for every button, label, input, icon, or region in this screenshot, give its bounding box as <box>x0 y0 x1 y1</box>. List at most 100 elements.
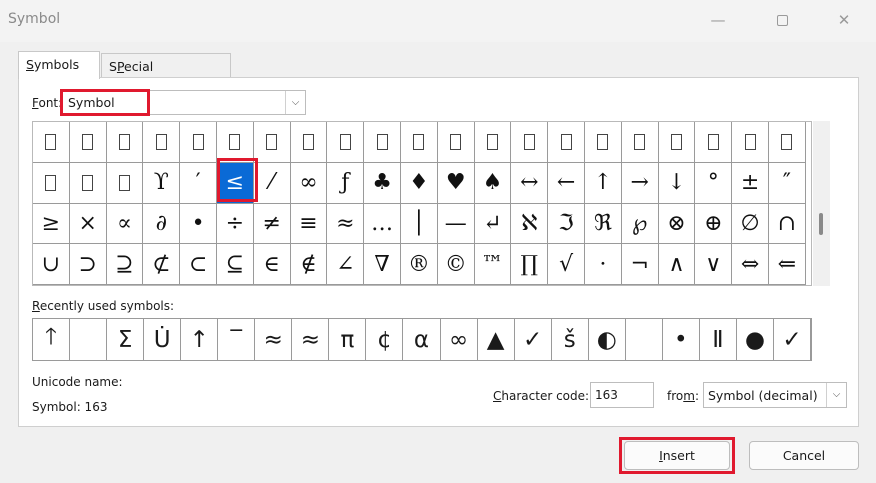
symbol-cell[interactable] <box>290 122 328 163</box>
symbol-cell[interactable]: • <box>180 203 217 245</box>
symbol-cell[interactable]: ℵ <box>511 203 549 245</box>
symbol-cell[interactable] <box>695 122 733 163</box>
recent-symbol-cell[interactable]: ✓ <box>774 319 811 360</box>
symbol-cell[interactable] <box>69 122 107 163</box>
symbol-cell[interactable]: √ <box>548 244 585 286</box>
symbol-cell[interactable]: ♦ <box>401 162 438 204</box>
symbol-cell[interactable]: ↵ <box>474 203 512 245</box>
symbol-cell[interactable] <box>621 122 659 163</box>
symbol-cell[interactable]: © <box>437 244 475 286</box>
symbol-cell[interactable] <box>33 122 70 163</box>
recent-symbol-cell[interactable]: Ⅱ <box>700 319 737 360</box>
symbol-cell[interactable]: ♣ <box>364 162 401 204</box>
symbol-cell[interactable]: ∧ <box>658 244 696 286</box>
symbol-cell[interactable]: ⊂ <box>180 244 217 286</box>
recent-symbol-cell[interactable]: ‾ <box>218 319 256 360</box>
symbol-cell[interactable]: ϒ <box>143 162 181 204</box>
symbol-cell[interactable]: × <box>69 203 107 245</box>
chevron-down-icon[interactable]: ⌵ <box>826 383 846 407</box>
recent-symbol-cell[interactable]: ● <box>737 319 774 360</box>
symbol-cell[interactable]: ℜ <box>585 203 622 245</box>
close-icon[interactable]: ✕ <box>830 8 858 32</box>
symbol-cell[interactable]: ⊄ <box>143 244 181 286</box>
symbol-cell[interactable] <box>437 122 475 163</box>
symbol-cell[interactable]: ∪ <box>33 244 70 286</box>
symbol-cell[interactable]: — <box>437 203 475 245</box>
symbol-cell[interactable] <box>585 122 622 163</box>
symbol-cell[interactable] <box>143 122 181 163</box>
symbol-cell[interactable]: ¬ <box>621 244 659 286</box>
symbol-cell[interactable]: … <box>364 203 401 245</box>
symbol-cell[interactable]: ↓ <box>658 162 696 204</box>
symbol-cell[interactable]: ° <box>695 162 733 204</box>
recent-symbol-cell[interactable]: ¢ <box>366 319 404 360</box>
symbol-cell[interactable]: ⊇ <box>106 244 144 286</box>
symbol-cell[interactable]: ∠ <box>327 244 365 286</box>
symbol-cell[interactable] <box>69 162 107 204</box>
symbol-cell[interactable] <box>732 122 769 163</box>
recent-symbol-cell[interactable]: ≈ <box>255 319 293 360</box>
symbol-cell[interactable]: ♠ <box>474 162 512 204</box>
symbol-cell[interactable]: ← <box>548 162 585 204</box>
symbol-cell[interactable]: ≤ <box>217 162 254 204</box>
symbol-cell[interactable] <box>106 122 144 163</box>
recent-symbol-cell[interactable]: ≈ <box>292 319 330 360</box>
symbol-cell[interactable]: ± <box>732 162 769 204</box>
tab-symbols[interactable]: Symbols <box>18 51 100 79</box>
symbol-cell[interactable]: ♥ <box>437 162 475 204</box>
font-select[interactable]: Symbol ⌵ <box>60 90 306 115</box>
from-select[interactable]: Symbol (decimal) ⌵ <box>703 382 847 408</box>
symbol-cell[interactable] <box>33 162 70 204</box>
symbol-cell[interactable]: ƒ <box>327 162 365 204</box>
symbol-cell[interactable]: ® <box>401 244 438 286</box>
symbol-cell[interactable]: ∅ <box>732 203 769 245</box>
recent-symbol-cell[interactable]: π <box>329 319 367 360</box>
symbol-cell[interactable]: ∇ <box>364 244 401 286</box>
symbol-cell[interactable] <box>106 162 144 204</box>
insert-button[interactable]: Insert <box>624 441 730 470</box>
symbol-cell[interactable]: ⇔ <box>732 244 769 286</box>
symbol-cell[interactable]: ⊕ <box>695 203 733 245</box>
symbol-cell[interactable]: ∞ <box>290 162 328 204</box>
recent-symbol-cell[interactable]: ✓ <box>515 319 552 360</box>
recent-symbol-cell[interactable] <box>626 319 663 360</box>
recent-symbol-cell[interactable] <box>70 319 108 360</box>
symbol-cell[interactable] <box>401 122 438 163</box>
character-code-input[interactable]: 163 <box>590 382 654 408</box>
maximize-icon[interactable] <box>768 8 796 32</box>
symbol-cell[interactable]: ⇐ <box>769 244 806 286</box>
recent-symbol-cell[interactable]: ◐ <box>589 319 626 360</box>
symbol-cell[interactable]: ∨ <box>695 244 733 286</box>
symbol-grid-scrollbar[interactable] <box>813 121 830 286</box>
symbol-cell[interactable]: → <box>621 162 659 204</box>
symbol-cell[interactable]: ≠ <box>253 203 291 245</box>
symbol-cell[interactable]: ⊆ <box>217 244 254 286</box>
symbol-cell[interactable]: ∩ <box>769 203 806 245</box>
symbol-cell[interactable]: ∝ <box>106 203 144 245</box>
symbol-cell[interactable]: ∏ <box>511 244 549 286</box>
symbol-cell[interactable] <box>658 122 696 163</box>
recent-symbol-cell[interactable]: š <box>552 319 589 360</box>
symbol-cell[interactable]: ⋅ <box>585 244 622 286</box>
symbol-cell[interactable]: ′ <box>180 162 217 204</box>
recent-symbol-cell[interactable]: U̇ <box>144 319 182 360</box>
recent-symbol-cell[interactable]: • <box>663 319 700 360</box>
recent-symbol-cell[interactable]: ∞ <box>441 319 478 360</box>
symbol-cell[interactable] <box>180 122 217 163</box>
symbol-cell[interactable]: ↔ <box>511 162 549 204</box>
symbol-cell[interactable]: ℑ <box>548 203 585 245</box>
symbol-cell[interactable]: ⊗ <box>658 203 696 245</box>
symbol-cell[interactable]: ÷ <box>217 203 254 245</box>
cancel-button[interactable]: Cancel <box>749 441 859 470</box>
symbol-cell[interactable] <box>474 122 512 163</box>
symbol-cell[interactable]: ⁄ <box>253 162 291 204</box>
symbol-cell[interactable]: ℘ <box>621 203 659 245</box>
recent-symbol-cell[interactable]: ▲ <box>478 319 515 360</box>
recent-symbol-cell[interactable]: Σ <box>107 319 145 360</box>
symbol-cell[interactable]: ↑ <box>585 162 622 204</box>
symbol-cell[interactable] <box>364 122 401 163</box>
symbol-cell[interactable]: ∈ <box>253 244 291 286</box>
symbol-cell[interactable] <box>327 122 365 163</box>
scrollbar-thumb[interactable] <box>819 213 823 235</box>
chevron-down-icon[interactable]: ⌵ <box>285 91 305 114</box>
